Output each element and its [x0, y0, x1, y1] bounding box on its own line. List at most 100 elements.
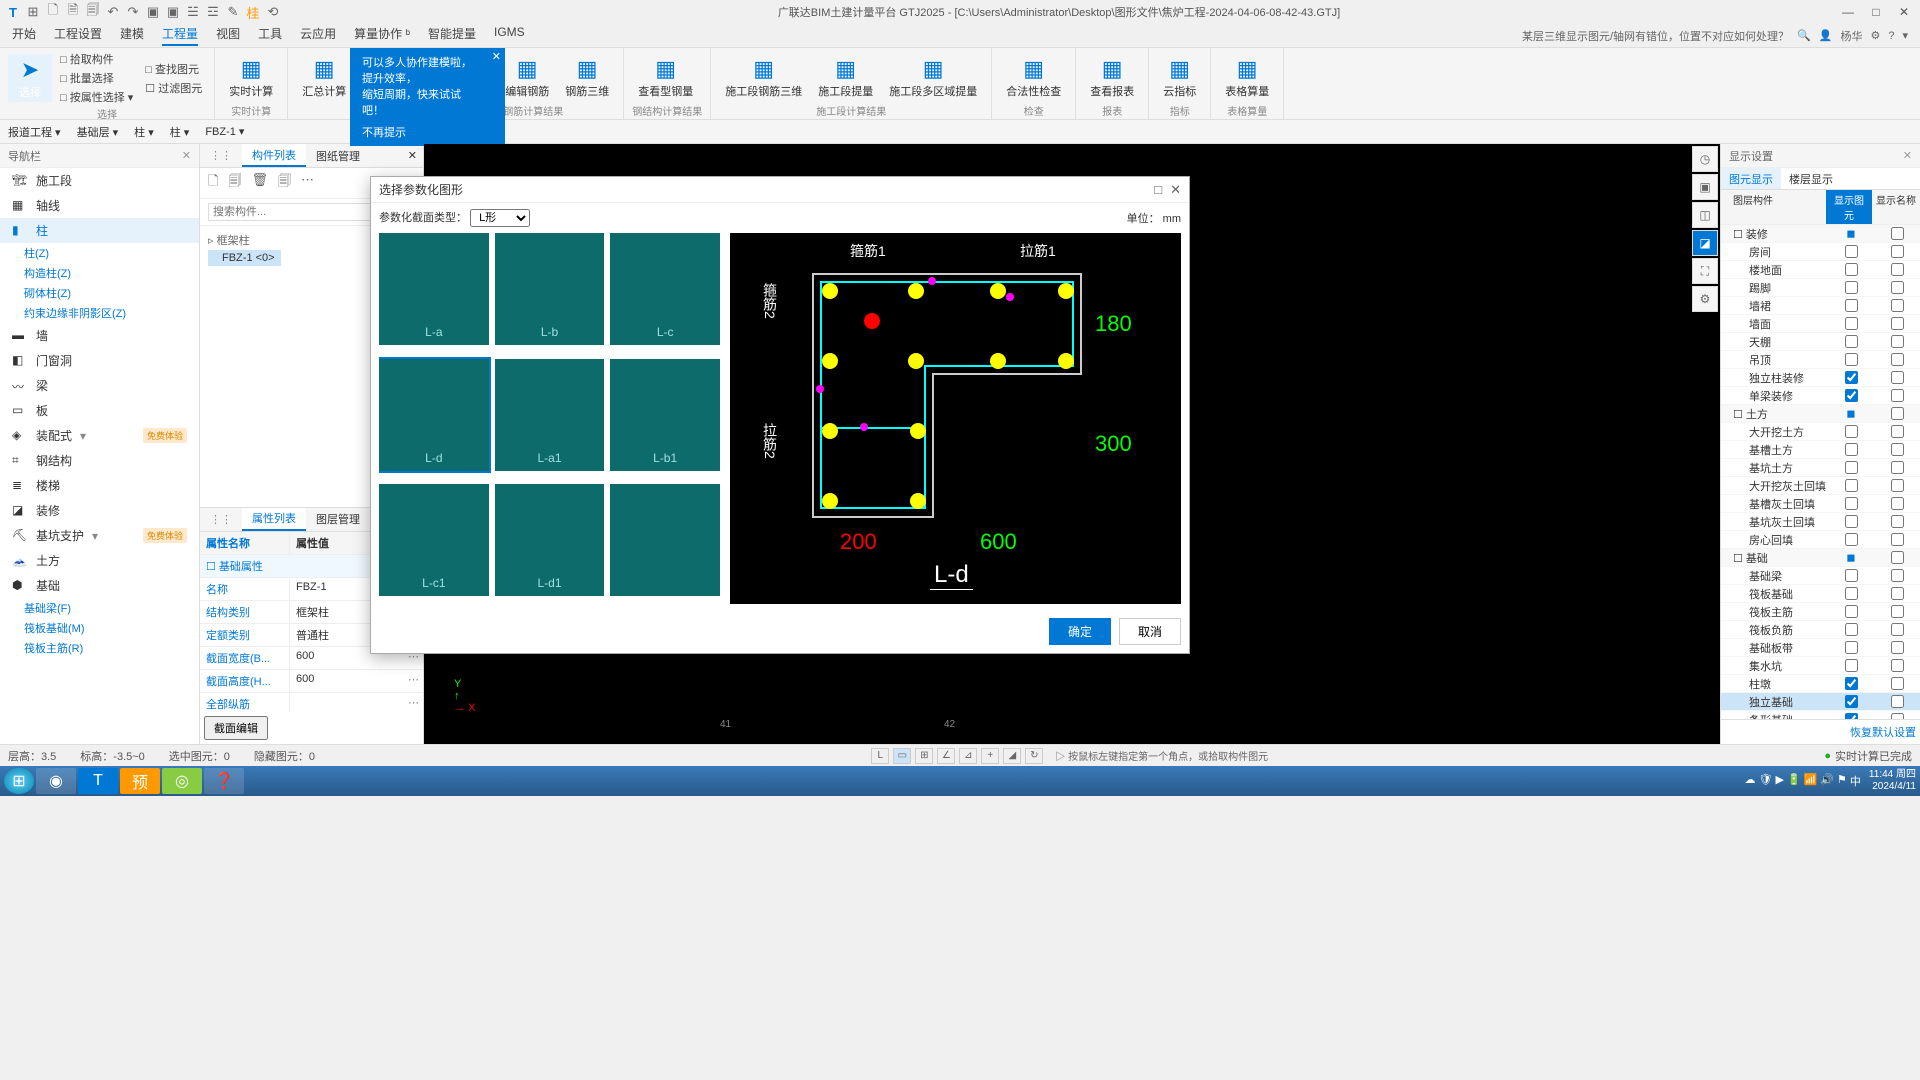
- tray-i2[interactable]: 🛡: [1759, 773, 1773, 789]
- show-element-checkbox[interactable]: [1845, 515, 1858, 528]
- qa-i1-icon[interactable]: ▣: [144, 3, 162, 21]
- rtool-box-icon[interactable]: ◫: [1692, 202, 1718, 228]
- show-element-checkbox[interactable]: [1845, 677, 1858, 690]
- nav-item[interactable]: ▦轴线: [0, 193, 199, 218]
- tray-i4[interactable]: 🔋: [1787, 773, 1801, 789]
- filter-dropdown[interactable]: 柱 ▾: [134, 124, 154, 140]
- show-name-checkbox[interactable]: [1891, 479, 1904, 492]
- show-name-checkbox[interactable]: [1891, 245, 1904, 258]
- show-element-checkbox[interactable]: [1845, 389, 1858, 402]
- show-name-checkbox[interactable]: [1891, 551, 1904, 564]
- shape-option[interactable]: [610, 484, 720, 596]
- help-question[interactable]: 某层三维显示图元/轴网有错位，位置不对应如何处理？: [1522, 28, 1789, 44]
- mid-tool-icon[interactable]: ⋯: [301, 172, 314, 194]
- show-element-checkbox[interactable]: [1845, 317, 1858, 330]
- show-name-checkbox[interactable]: [1891, 569, 1904, 582]
- ribbon-btn[interactable]: ▦云指标: [1157, 53, 1202, 101]
- filter-dropdown[interactable]: 报道工程 ▾: [8, 124, 61, 140]
- reset-defaults-link[interactable]: 恢复默认设置: [1850, 727, 1916, 739]
- nav-item[interactable]: ◧门窗洞: [0, 348, 199, 373]
- tree-item[interactable]: FBZ-1 <0>: [208, 250, 281, 266]
- settings-row[interactable]: 筏板基础: [1721, 585, 1920, 603]
- nav-item[interactable]: 🗻土方: [0, 548, 199, 573]
- shape-option[interactable]: L-d1: [495, 484, 605, 596]
- settings-icon[interactable]: ⚙: [1870, 29, 1880, 42]
- prop-value[interactable]: ⋯: [290, 693, 423, 713]
- sb-i6[interactable]: +: [981, 748, 999, 764]
- tray-i1[interactable]: ☁: [1745, 773, 1756, 789]
- nav-item[interactable]: ⌗钢结构: [0, 448, 199, 473]
- show-element-checkbox[interactable]: [1845, 659, 1858, 672]
- show-name-checkbox[interactable]: [1891, 407, 1904, 420]
- show-element-checkbox[interactable]: [1845, 245, 1858, 258]
- minimize-icon[interactable]: —: [1836, 3, 1860, 21]
- set-hd-showname[interactable]: 显示名称: [1872, 190, 1920, 224]
- ribbon-small-btn[interactable]: □ 拾取构件: [56, 50, 137, 68]
- show-name-checkbox[interactable]: [1891, 659, 1904, 672]
- tip-close-icon[interactable]: ✕: [492, 50, 501, 63]
- show-name-checkbox[interactable]: [1891, 389, 1904, 402]
- show-element-checkbox[interactable]: [1845, 461, 1858, 474]
- task-app3[interactable]: 预: [120, 768, 160, 794]
- show-element-checkbox[interactable]: [1845, 479, 1858, 492]
- rtool-gear-icon[interactable]: ⚙: [1692, 286, 1718, 312]
- prop-edit-icon[interactable]: ⋯: [408, 696, 419, 709]
- mid-tool-icon[interactable]: 🗋: [208, 172, 218, 194]
- settings-row[interactable]: 独立基础: [1721, 693, 1920, 711]
- nav-sub-item[interactable]: 筏板基础(M): [0, 618, 199, 638]
- show-name-checkbox[interactable]: [1891, 335, 1904, 348]
- ribbon-btn[interactable]: ▦表格算量: [1219, 53, 1275, 101]
- settings-row[interactable]: 集水坑: [1721, 657, 1920, 675]
- select-tool-button[interactable]: ➤ 选择: [8, 54, 52, 102]
- show-name-checkbox[interactable]: [1891, 371, 1904, 384]
- rtool-cube-icon[interactable]: ▣: [1692, 174, 1718, 200]
- shape-option[interactable]: L-c: [610, 233, 720, 345]
- show-name-checkbox[interactable]: [1891, 299, 1904, 312]
- settings-row[interactable]: ☐ 基础◼: [1721, 549, 1920, 567]
- mid-tool-icon[interactable]: 🗐: [228, 172, 241, 194]
- shape-option[interactable]: L-a: [379, 233, 489, 345]
- nav-item[interactable]: ◪装修: [0, 498, 199, 523]
- qa-i5-icon[interactable]: ✎: [224, 3, 242, 21]
- ribbon-btn[interactable]: ▦汇总计算: [296, 53, 352, 101]
- qa-i3-icon[interactable]: ☱: [184, 3, 202, 21]
- sb-i7[interactable]: ◢: [1003, 748, 1021, 764]
- tray-i6[interactable]: 🔊: [1820, 773, 1834, 789]
- tab-drawing-mgmt[interactable]: 图纸管理: [306, 144, 370, 167]
- rtool-orbit-icon[interactable]: ◷: [1692, 146, 1718, 172]
- task-app2[interactable]: T: [78, 768, 118, 794]
- start-button[interactable]: ⊞: [4, 768, 34, 794]
- show-element-checkbox[interactable]: [1845, 335, 1858, 348]
- menu-6[interactable]: 云应用: [300, 25, 336, 46]
- maximize-icon[interactable]: □: [1864, 3, 1888, 21]
- tip-no-more[interactable]: 不再提示: [362, 124, 477, 140]
- show-element-checkbox[interactable]: [1845, 281, 1858, 294]
- qa-i4-icon[interactable]: ☲: [204, 3, 222, 21]
- dlg-max-icon[interactable]: □: [1154, 182, 1162, 198]
- ribbon-small-btn[interactable]: □ 查找图元: [141, 60, 206, 78]
- nav-item[interactable]: ▮柱: [0, 218, 199, 243]
- tray-i3[interactable]: ▶: [1775, 773, 1783, 789]
- show-element-checkbox[interactable]: [1845, 497, 1858, 510]
- show-element-checkbox[interactable]: [1845, 569, 1858, 582]
- nav-sub-item[interactable]: 基础梁(F): [0, 598, 199, 618]
- settings-row[interactable]: 天棚: [1721, 333, 1920, 351]
- menu-7[interactable]: 算量协作 ᵇ: [354, 25, 410, 46]
- user-name[interactable]: 杨华: [1840, 28, 1862, 44]
- show-name-checkbox[interactable]: [1891, 587, 1904, 600]
- show-element-checkbox[interactable]: [1845, 641, 1858, 654]
- ribbon-small-btn[interactable]: □ 批量选择: [56, 69, 137, 87]
- dlg-close-icon[interactable]: ✕: [1170, 182, 1181, 198]
- tab-floor-display[interactable]: 楼层显示: [1781, 168, 1841, 189]
- menu-1[interactable]: 工程设置: [54, 25, 102, 46]
- settings-row[interactable]: 单梁装修: [1721, 387, 1920, 405]
- menu-8[interactable]: 智能提量: [428, 25, 476, 46]
- settings-row[interactable]: 基础梁: [1721, 567, 1920, 585]
- ribbon-btn[interactable]: ▦编辑钢筋: [499, 53, 555, 101]
- tray-i5[interactable]: 📶: [1804, 773, 1818, 789]
- show-name-checkbox[interactable]: [1891, 353, 1904, 366]
- tray-i7[interactable]: ⚑: [1837, 773, 1847, 789]
- show-element-checkbox[interactable]: [1845, 623, 1858, 636]
- filter-dropdown[interactable]: FBZ-1 ▾: [205, 125, 244, 138]
- show-name-checkbox[interactable]: [1891, 677, 1904, 690]
